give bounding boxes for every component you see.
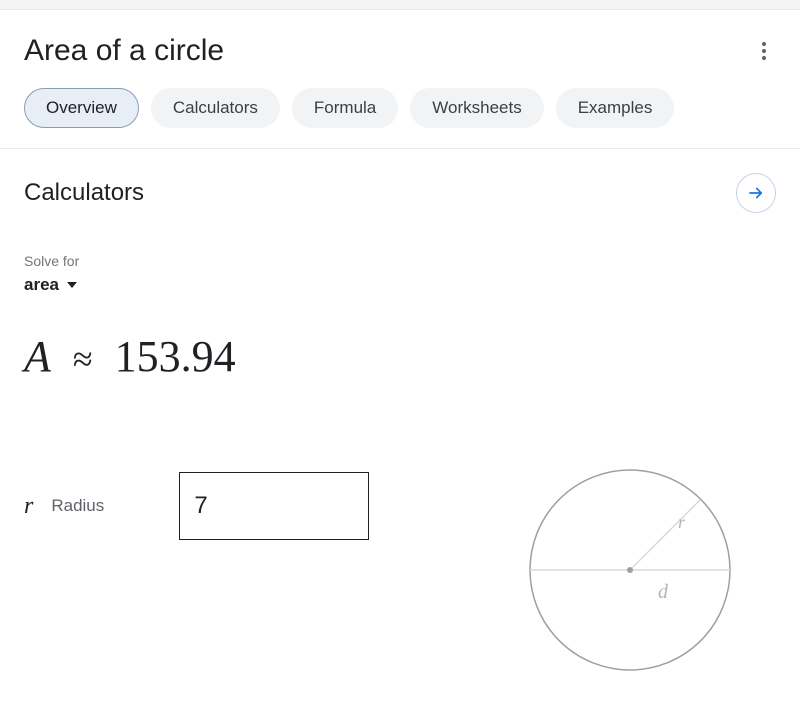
diagram-center-dot (627, 567, 633, 573)
diagram-r-label: r (678, 512, 686, 532)
top-strip (0, 0, 800, 10)
diagram-d-label: d (658, 581, 669, 603)
result-symbol: A (24, 331, 51, 382)
radius-input[interactable] (179, 472, 369, 540)
solve-for-value-text: area (24, 275, 59, 295)
arrow-right-icon (747, 184, 765, 202)
tab-formula[interactable]: Formula (292, 88, 398, 128)
tab-overview[interactable]: Overview (24, 88, 139, 128)
result-value: 153.94 (115, 331, 236, 382)
tab-calculators[interactable]: Calculators (151, 88, 280, 128)
kebab-menu-icon[interactable] (752, 39, 776, 63)
next-arrow-button[interactable] (736, 173, 776, 213)
diagram-radius-line (630, 500, 700, 570)
tab-worksheets[interactable]: Worksheets (410, 88, 543, 128)
caret-down-icon (67, 282, 77, 288)
circle-diagram: r d (520, 460, 740, 685)
calculators-section-title: Calculators (24, 179, 144, 207)
input-symbol: r (24, 493, 33, 520)
result-row: A ≈ 153.94 (24, 331, 776, 382)
solve-for-label: Solve for (24, 253, 776, 269)
tabs-row: Overview Calculators Formula Worksheets … (24, 88, 776, 148)
solve-for-dropdown[interactable]: area (24, 275, 776, 295)
page-title: Area of a circle (24, 34, 224, 68)
radius-label: Radius (51, 496, 161, 516)
result-relation: ≈ (73, 338, 93, 380)
tab-examples[interactable]: Examples (556, 88, 675, 128)
